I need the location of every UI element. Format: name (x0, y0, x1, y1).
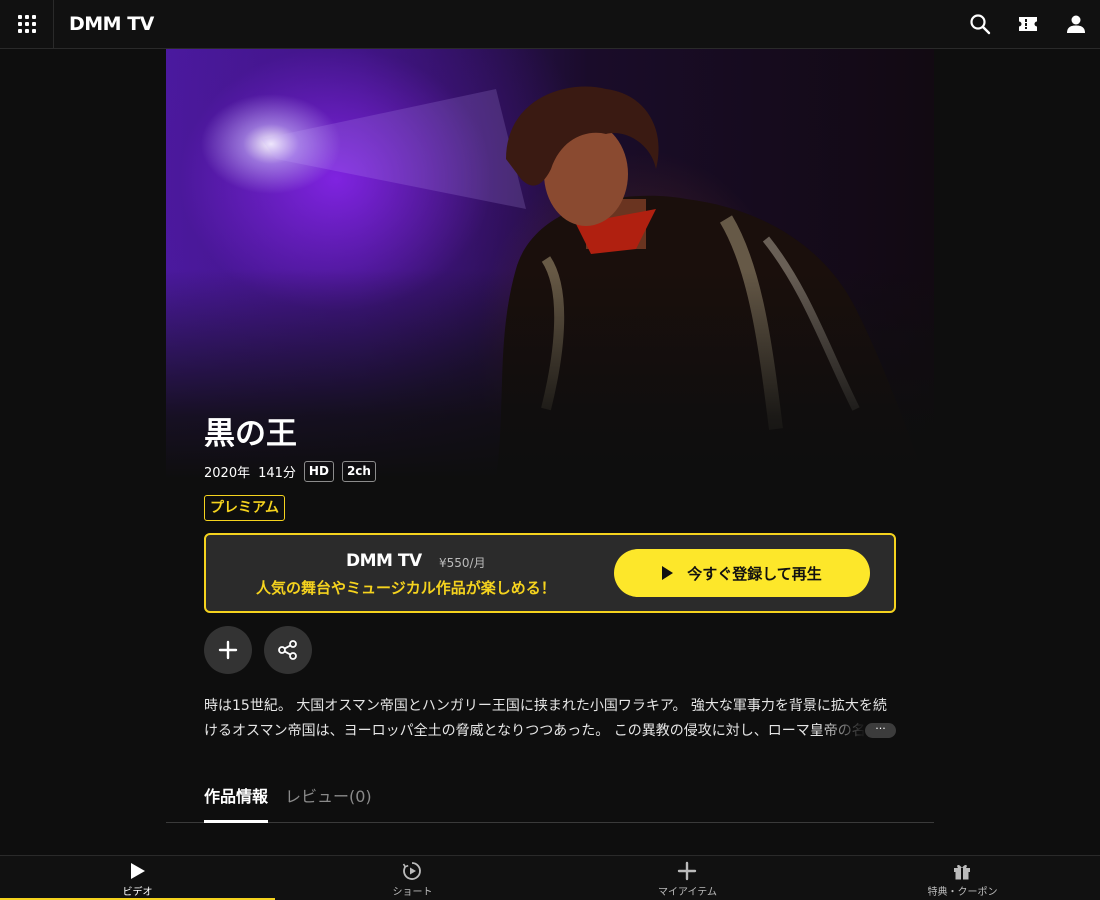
nav-benefits-coupons[interactable]: 特典・クーポン (825, 856, 1100, 900)
release-year: 2020年 (204, 465, 251, 481)
register-and-play-button[interactable]: 今すぐ登録して再生 (614, 549, 870, 597)
promo-text: 人気の舞台やミュージカル作品が楽しめる！ (256, 579, 556, 597)
subscription-promo: DMM TV ¥550/月 人気の舞台やミュージカル作品が楽しめる！ 今すぐ登録… (204, 533, 896, 613)
user-icon[interactable] (1064, 12, 1088, 36)
register-and-play-label: 今すぐ登録して再生 (687, 564, 822, 583)
top-header: DMM TV (0, 0, 1100, 49)
tab-active-indicator (204, 820, 268, 823)
nav-my-items[interactable]: マイアイテム (550, 856, 825, 900)
nav-short-label: ショート (392, 887, 433, 898)
plus-icon (218, 640, 238, 660)
bottom-navigation: ビデオ ショート マイアイテム 特典・クーポン (0, 855, 1100, 900)
tab-reviews[interactable]: レビュー(0) (285, 786, 372, 808)
work-title: 黒の王 (204, 416, 297, 452)
duration: 141分 (258, 465, 296, 481)
dmm-tv-logo[interactable]: DMM TV (69, 13, 154, 35)
short-video-icon (402, 862, 421, 880)
promo-logo: DMM TV (346, 551, 422, 571)
play-icon (131, 863, 145, 879)
detail-tabs: 作品情報 レビュー(0) (166, 780, 934, 823)
nav-my-items-label: マイアイテム (658, 887, 717, 898)
nav-short[interactable]: ショート (275, 856, 550, 900)
show-more-button[interactable]: ··· (865, 723, 896, 738)
nav-video[interactable]: ビデオ (0, 856, 275, 900)
description-fade (820, 719, 866, 743)
share-button[interactable] (264, 626, 312, 674)
grid-menu-button[interactable] (0, 0, 54, 48)
audio-channel-badge: 2ch (341, 460, 376, 482)
plus-icon (677, 861, 697, 881)
search-icon[interactable] (968, 12, 992, 36)
work-meta: 2020年 141分 HD 2ch (204, 460, 384, 482)
ticket-icon[interactable] (1016, 12, 1040, 36)
tab-work-info[interactable]: 作品情報 (204, 786, 268, 808)
promo-price: ¥550/月 (439, 556, 486, 570)
work-description: 時は15世紀。 大国オスマン帝国とハンガリー王国に挟まれた小国ワラキア。 強大な… (204, 698, 887, 739)
nav-benefits-label: 特典・クーポン (927, 887, 998, 898)
nav-video-label: ビデオ (122, 887, 153, 898)
gift-icon (954, 864, 970, 880)
grid-menu-icon (17, 15, 36, 33)
play-icon (662, 566, 674, 580)
hd-badge: HD (303, 460, 334, 482)
premium-badge: プレミアム (204, 495, 286, 521)
share-icon (278, 640, 297, 660)
add-to-my-list-button[interactable] (204, 626, 252, 674)
